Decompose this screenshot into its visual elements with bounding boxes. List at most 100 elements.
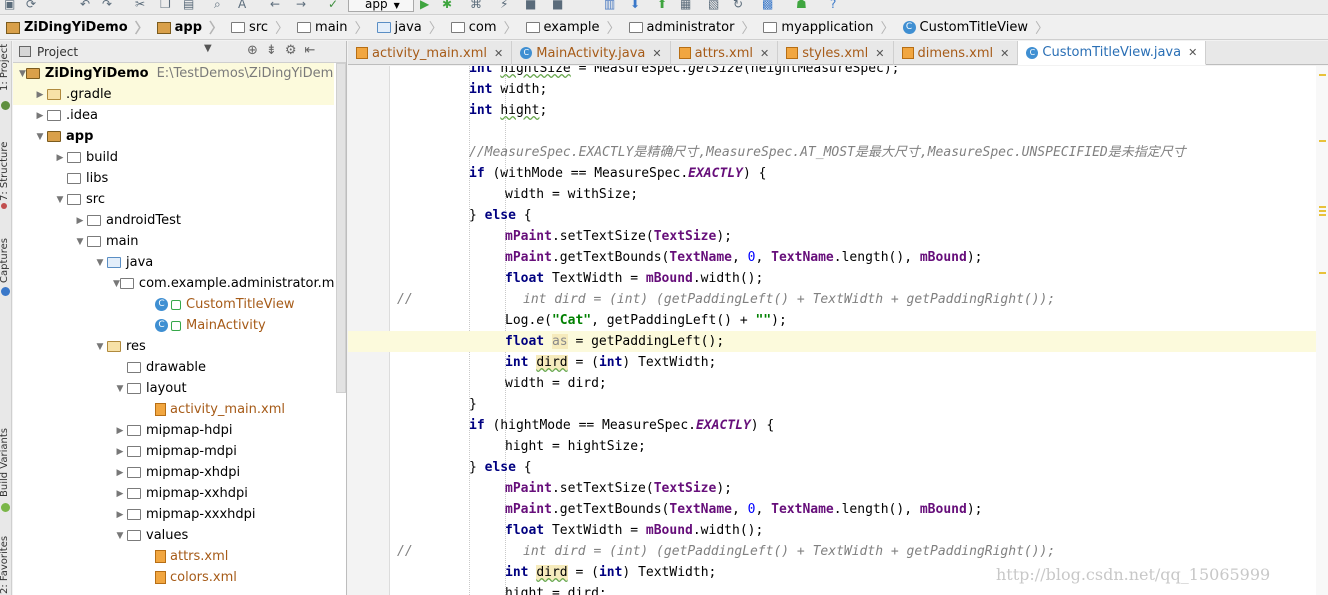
collapsed-arrow-icon[interactable]: ▶: [53, 153, 67, 163]
redo-icon[interactable]: ↷: [102, 0, 112, 11]
close-icon[interactable]: ✕: [1188, 46, 1197, 59]
cut-icon[interactable]: ✂: [135, 0, 145, 11]
breadcrumb-item-myapplication[interactable]: myapplication 〉: [761, 16, 900, 40]
device-monitor-icon[interactable]: ▩: [762, 0, 773, 11]
tree-item-libs[interactable]: libs: [13, 168, 334, 189]
make-project-icon[interactable]: ✓: [328, 0, 338, 11]
warning-marker[interactable]: [1319, 140, 1326, 142]
run-configuration-select[interactable]: app ▼: [348, 0, 414, 12]
hide-panel-icon[interactable]: ⇤: [304, 43, 323, 58]
tree-item-mipmap-hdpi[interactable]: ▶ mipmap-hdpi: [13, 420, 334, 441]
breadcrumb-item-example[interactable]: example 〉: [524, 16, 627, 40]
tree-item-app[interactable]: ▼ app: [13, 126, 334, 147]
expanded-arrow-icon[interactable]: ▼: [113, 279, 120, 289]
close-icon[interactable]: ✕: [652, 47, 661, 60]
find-icon[interactable]: ⌕: [214, 0, 221, 11]
close-icon[interactable]: ✕: [875, 47, 884, 60]
side-tab-captures[interactable]: Captures: [0, 238, 10, 283]
tab-activity-main-xml[interactable]: activity_main.xml ✕: [348, 41, 513, 65]
warning-marker[interactable]: [1319, 210, 1326, 212]
run-icon[interactable]: ▶: [420, 0, 429, 11]
tree-item-activity-main-xml[interactable]: activity_main.xml: [13, 399, 334, 420]
tree-item-mainactivity[interactable]: C MainActivity: [13, 315, 334, 336]
tree-item-java[interactable]: ▼ java: [13, 252, 334, 273]
save-icon[interactable]: ▣: [4, 0, 15, 11]
collapsed-arrow-icon[interactable]: ▶: [113, 489, 127, 499]
upload-icon[interactable]: ⬆: [657, 0, 667, 11]
back-icon[interactable]: ←: [270, 0, 280, 11]
tree-item-mipmap-xxhdpi[interactable]: ▶ mipmap-xxhdpi: [13, 483, 334, 504]
collapsed-arrow-icon[interactable]: ▶: [113, 510, 127, 520]
tab-dimens-xml[interactable]: dimens.xml ✕: [894, 41, 1019, 65]
copy-icon[interactable]: ❐: [160, 0, 171, 11]
tab-attrs-xml[interactable]: attrs.xml ✕: [671, 41, 779, 65]
collapsed-arrow-icon[interactable]: ▶: [113, 468, 127, 478]
error-stripe[interactable]: [1316, 66, 1328, 595]
expanded-arrow-icon[interactable]: ▼: [113, 531, 127, 541]
side-tab-structure[interactable]: 7: Structure: [0, 142, 10, 201]
tree-item-attrs-xml[interactable]: attrs.xml: [13, 546, 334, 567]
replace-icon[interactable]: A: [238, 0, 246, 11]
attach-debugger-icon[interactable]: ⌘: [470, 0, 482, 11]
breadcrumb-item-java[interactable]: java 〉: [375, 16, 449, 40]
collapsed-arrow-icon[interactable]: ▶: [113, 426, 127, 436]
tree-item-build[interactable]: ▶ build: [13, 147, 334, 168]
tree-item-androidtest[interactable]: ▶ androidTest: [13, 210, 334, 231]
breadcrumb-item-com[interactable]: com 〉: [449, 16, 524, 40]
warning-marker[interactable]: [1319, 206, 1326, 208]
expanded-arrow-icon[interactable]: ▼: [93, 342, 107, 352]
close-icon[interactable]: ✕: [760, 47, 769, 60]
warning-marker[interactable]: [1319, 214, 1326, 216]
side-tab-favorites[interactable]: 2: Favorites: [0, 536, 10, 594]
paste-icon[interactable]: ▤: [183, 0, 194, 11]
tree-item-layout[interactable]: ▼ layout: [13, 378, 334, 399]
tree-item-colors-xml[interactable]: colors.xml: [13, 567, 334, 588]
expanded-arrow-icon[interactable]: ▼: [33, 132, 47, 142]
project-view-select[interactable]: Project: [37, 45, 78, 59]
collapse-all-icon[interactable]: ⇟: [266, 43, 285, 58]
code-editor[interactable]: int hightSize = MeasureSpec.getSize(heig…: [348, 66, 1328, 595]
undo-icon[interactable]: ↶: [80, 0, 90, 11]
tab-styles-xml[interactable]: styles.xml ✕: [778, 41, 894, 65]
sdk-download-icon[interactable]: ⬇: [630, 0, 640, 11]
help-icon[interactable]: ?: [830, 0, 836, 11]
debug-icon[interactable]: ✱: [442, 0, 452, 11]
collapsed-arrow-icon[interactable]: ▶: [113, 447, 127, 457]
warning-marker[interactable]: [1319, 74, 1326, 76]
apply-changes-icon[interactable]: ⚡: [500, 0, 508, 11]
tree-item-mipmap-xhdpi[interactable]: ▶ mipmap-xhdpi: [13, 462, 334, 483]
structure-icon[interactable]: ▦: [680, 0, 691, 11]
sync-icon[interactable]: ⟳: [26, 0, 36, 11]
tab-mainactivity-java[interactable]: C MainActivity.java ✕: [512, 41, 671, 65]
breadcrumb-item-project[interactable]: ZiDingYiDemo 〉: [4, 16, 155, 40]
close-icon[interactable]: ✕: [1000, 47, 1009, 60]
scroll-from-source-icon[interactable]: ⊕: [247, 43, 266, 58]
breadcrumb-item-main[interactable]: main 〉: [295, 16, 374, 40]
expanded-arrow-icon[interactable]: ▼: [53, 195, 67, 205]
tree-item-mipmap-xxxhdpi[interactable]: ▶ mipmap-xxxhdpi: [13, 504, 334, 525]
chevron-down-icon[interactable]: ▼: [204, 43, 212, 54]
stop-icon-2[interactable]: ■: [552, 0, 563, 11]
tree-item-values[interactable]: ▼ values: [13, 525, 334, 546]
expanded-arrow-icon[interactable]: ▼: [19, 69, 26, 79]
layout-icon[interactable]: ▧: [708, 0, 719, 11]
forward-icon[interactable]: →: [296, 0, 306, 11]
collapsed-arrow-icon[interactable]: ▶: [33, 111, 47, 121]
android-monitor-icon[interactable]: ☗: [796, 0, 807, 11]
breadcrumb-item-customtitleview[interactable]: C CustomTitleView 〉: [901, 16, 1056, 40]
gear-icon[interactable]: ⚙: [285, 43, 305, 58]
tab-customtitleview-java[interactable]: C CustomTitleView.java ✕: [1018, 41, 1207, 65]
breadcrumb-item-app[interactable]: app 〉: [155, 16, 229, 40]
stop-icon[interactable]: ■: [525, 0, 536, 11]
breadcrumb-item-administrator[interactable]: administrator 〉: [627, 16, 762, 40]
tree-item-gradle[interactable]: ▶ .gradle: [13, 84, 334, 105]
expanded-arrow-icon[interactable]: ▼: [73, 237, 87, 247]
tree-item-customtitleview[interactable]: C CustomTitleView: [13, 294, 334, 315]
expanded-arrow-icon[interactable]: ▼: [93, 258, 107, 268]
tree-item-main[interactable]: ▼ main: [13, 231, 334, 252]
expanded-arrow-icon[interactable]: ▼: [113, 384, 127, 394]
breadcrumb-item-src[interactable]: src 〉: [229, 16, 295, 40]
tree-item-mipmap-mdpi[interactable]: ▶ mipmap-mdpi: [13, 441, 334, 462]
tree-item-drawable[interactable]: drawable: [13, 357, 334, 378]
tree-item-project-root[interactable]: ▼ ZiDingYiDemo E:\TestDemos\ZiDingYiDemo: [13, 63, 334, 84]
